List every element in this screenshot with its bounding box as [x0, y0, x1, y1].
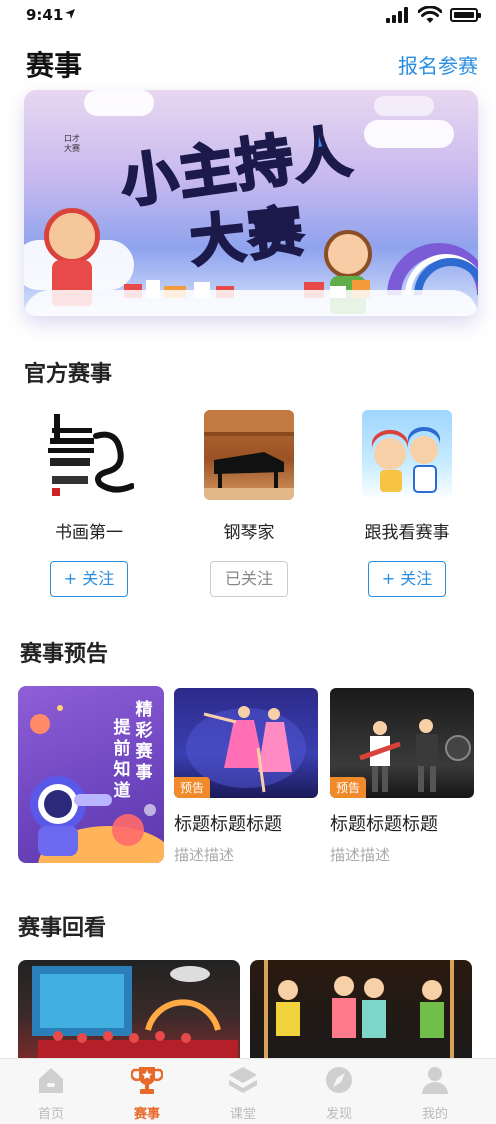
official-item-name: 书画第一 — [55, 523, 123, 543]
preview-card[interactable]: 预告 标题标题标题 描述描述 — [174, 688, 318, 865]
official-item[interactable]: 钢琴家 已关注 — [194, 410, 304, 597]
status-time: 9:41 — [26, 6, 64, 24]
page-title: 赛事 — [26, 49, 83, 82]
book-icon — [229, 1067, 257, 1093]
official-item[interactable]: 书画第一 + 关注 — [34, 410, 144, 597]
replay-card[interactable] — [18, 960, 240, 1070]
preview-desc: 描述描述 — [174, 846, 235, 864]
preview-tag: 预告 — [330, 777, 367, 798]
stage-performance-photo — [32, 966, 238, 1070]
status-bar: 9:41 — [0, 0, 496, 34]
poster-text-col1: 精彩赛事 — [135, 700, 153, 783]
preview-poster[interactable]: 精彩赛事 提前知道 — [18, 686, 164, 863]
tab-label: 发现 — [325, 1107, 352, 1122]
tab-classroom[interactable]: 课堂 — [208, 1065, 278, 1122]
cellular-signal-icon — [386, 7, 408, 23]
official-item-name: 跟我看赛事 — [364, 523, 450, 543]
rainbow-swirl-decoration — [387, 243, 478, 296]
dance-photo: 预告 — [174, 688, 318, 798]
piano-thumbnail — [204, 410, 294, 500]
poster-text-col2: 提前知道 — [113, 718, 131, 801]
tab-label: 赛事 — [133, 1107, 160, 1122]
tab-events[interactable]: 赛事 — [112, 1065, 182, 1122]
official-item[interactable]: 跟我看赛事 + 关注 — [352, 410, 462, 597]
followed-button[interactable]: 已关注 — [210, 561, 288, 597]
kids-baseball-thumbnail — [362, 410, 452, 500]
section-title-replay: 赛事回看 — [18, 916, 107, 941]
kids-stage-photo — [264, 960, 454, 1070]
battery-icon — [450, 8, 481, 22]
home-icon — [39, 1068, 63, 1093]
location-arrow-icon — [65, 9, 75, 19]
section-title-preview: 赛事预告 — [20, 642, 109, 667]
tab-label: 首页 — [37, 1107, 64, 1122]
band-photo: 预告 — [330, 688, 474, 798]
follow-button[interactable]: + 关注 — [50, 561, 128, 597]
signup-link[interactable]: 报名参赛 — [398, 50, 478, 79]
preview-desc: 描述描述 — [330, 846, 391, 864]
banner-corner-text: 口才 大赛 — [64, 134, 80, 153]
tab-discover[interactable]: 发现 — [304, 1065, 374, 1122]
preview-title: 标题标题标题 — [174, 814, 282, 835]
wifi-icon — [418, 6, 442, 23]
calligraphy-thumbnail — [44, 410, 134, 500]
tab-mine[interactable]: 我的 — [400, 1065, 470, 1122]
tab-bar: 首页 赛事 课堂 发现 我的 — [0, 1058, 496, 1124]
preview-card[interactable]: 预告 标题标题标题 描述描述 — [330, 688, 474, 865]
follow-button[interactable]: + 关注 — [368, 561, 446, 597]
banner-carousel[interactable]: 口才 大赛 小主持人 大赛 — [24, 90, 478, 316]
section-title-official: 官方赛事 — [24, 362, 113, 387]
tab-label: 课堂 — [229, 1107, 256, 1122]
banner-title-line2: 大赛 — [186, 198, 311, 276]
trophy-icon — [130, 1067, 164, 1094]
compass-icon — [326, 1067, 352, 1093]
tab-home[interactable]: 首页 — [16, 1065, 86, 1122]
tab-label: 我的 — [421, 1107, 448, 1122]
user-icon — [422, 1067, 448, 1094]
preview-tag: 预告 — [174, 777, 211, 798]
preview-title: 标题标题标题 — [330, 814, 438, 835]
official-item-name: 钢琴家 — [223, 523, 275, 543]
replay-card[interactable] — [250, 960, 472, 1070]
